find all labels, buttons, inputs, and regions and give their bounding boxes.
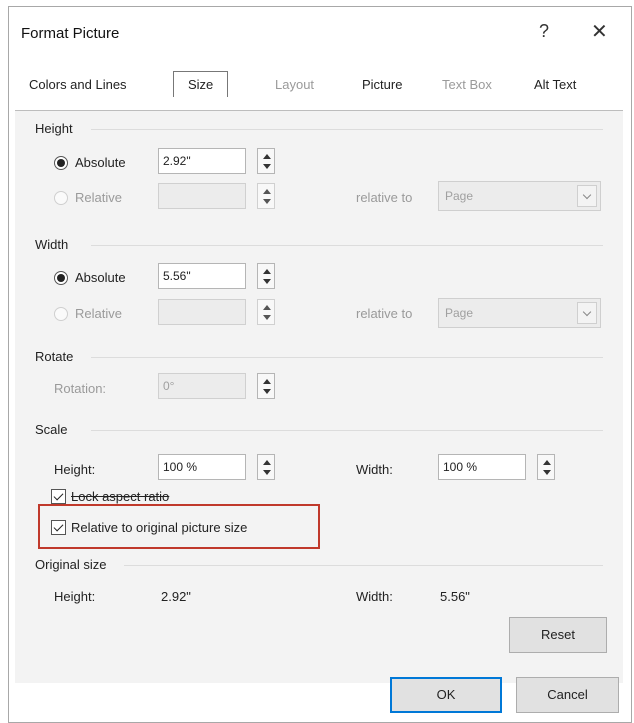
rotation-label: Rotation:: [54, 381, 107, 396]
ok-button[interactable]: OK: [390, 677, 502, 713]
height-section-heading: Height: [35, 121, 73, 136]
chevron-down-icon: [577, 302, 597, 324]
chevron-down-icon: [577, 185, 597, 207]
scale-width-input[interactable]: 100 %: [438, 454, 526, 480]
width-relative-spinner: [257, 299, 275, 325]
scale-height-label: Height:: [54, 462, 96, 477]
cancel-button[interactable]: Cancel: [516, 677, 619, 713]
height-relative-radio: [54, 191, 68, 205]
tab-colors-and-lines[interactable]: Colors and Lines: [29, 77, 127, 92]
scale-width-label: Width:: [356, 462, 393, 477]
height-divider: [91, 129, 603, 130]
format-picture-dialog: Format Picture ? ✕ Colors and Lines Size…: [8, 6, 632, 723]
tab-layout: Layout: [275, 77, 315, 92]
width-relative-to-label: relative to: [356, 306, 413, 321]
height-absolute-label: Absolute: [75, 155, 126, 170]
scale-divider: [91, 430, 603, 431]
highlight-box: [38, 504, 320, 549]
height-relative-to-value: Page: [445, 189, 474, 203]
original-width-value: 5.56": [440, 589, 470, 604]
tab-size[interactable]: Size: [173, 71, 229, 97]
height-relative-to-dropdown: Page: [438, 181, 601, 211]
rotation-input: 0°: [158, 373, 246, 399]
width-relative-radio: [54, 307, 68, 321]
width-relative-to-dropdown: Page: [438, 298, 601, 328]
original-width-label: Width:: [356, 589, 393, 604]
width-section-heading: Width: [35, 237, 69, 252]
width-relative-to-value: Page: [445, 306, 474, 320]
width-relative-input: [158, 299, 246, 325]
scale-width-spinner[interactable]: [537, 454, 555, 480]
scale-section-heading: Scale: [35, 422, 68, 437]
rotation-spinner: [257, 373, 275, 399]
help-button[interactable]: ?: [539, 21, 549, 42]
height-relative-spinner: [257, 183, 275, 209]
original-height-value: 2.92": [161, 589, 191, 604]
original-size-divider: [124, 565, 603, 566]
tab-text-box: Text Box: [442, 77, 492, 92]
original-height-label: Height:: [54, 589, 96, 604]
scale-height-input[interactable]: 100 %: [158, 454, 246, 480]
width-absolute-label: Absolute: [75, 270, 126, 285]
width-absolute-radio[interactable]: [54, 271, 68, 285]
rotate-divider: [91, 357, 603, 358]
width-absolute-spinner[interactable]: [257, 263, 275, 289]
height-absolute-input[interactable]: 2.92": [158, 148, 246, 174]
height-relative-to-label: relative to: [356, 190, 413, 205]
close-icon[interactable]: ✕: [591, 19, 608, 44]
height-absolute-radio[interactable]: [54, 156, 68, 170]
dialog-title: Format Picture: [21, 25, 120, 42]
tab-picture[interactable]: Picture: [362, 77, 402, 92]
scale-height-spinner[interactable]: [257, 454, 275, 480]
tab-strip: Colors and Lines Size Layout Picture Tex…: [15, 67, 627, 111]
height-relative-input: [158, 183, 246, 209]
height-absolute-spinner[interactable]: [257, 148, 275, 174]
lock-aspect-ratio-checkbox[interactable]: [51, 489, 66, 504]
reset-button[interactable]: Reset: [509, 617, 607, 653]
width-divider: [91, 245, 603, 246]
lock-aspect-ratio-label: Lock aspect ratio: [71, 489, 170, 504]
width-absolute-input[interactable]: 5.56": [158, 263, 246, 289]
tab-alt-text[interactable]: Alt Text: [534, 77, 576, 92]
width-relative-label: Relative: [75, 306, 122, 321]
original-size-section-heading: Original size: [35, 557, 107, 572]
rotate-section-heading: Rotate: [35, 349, 74, 364]
height-relative-label: Relative: [75, 190, 122, 205]
